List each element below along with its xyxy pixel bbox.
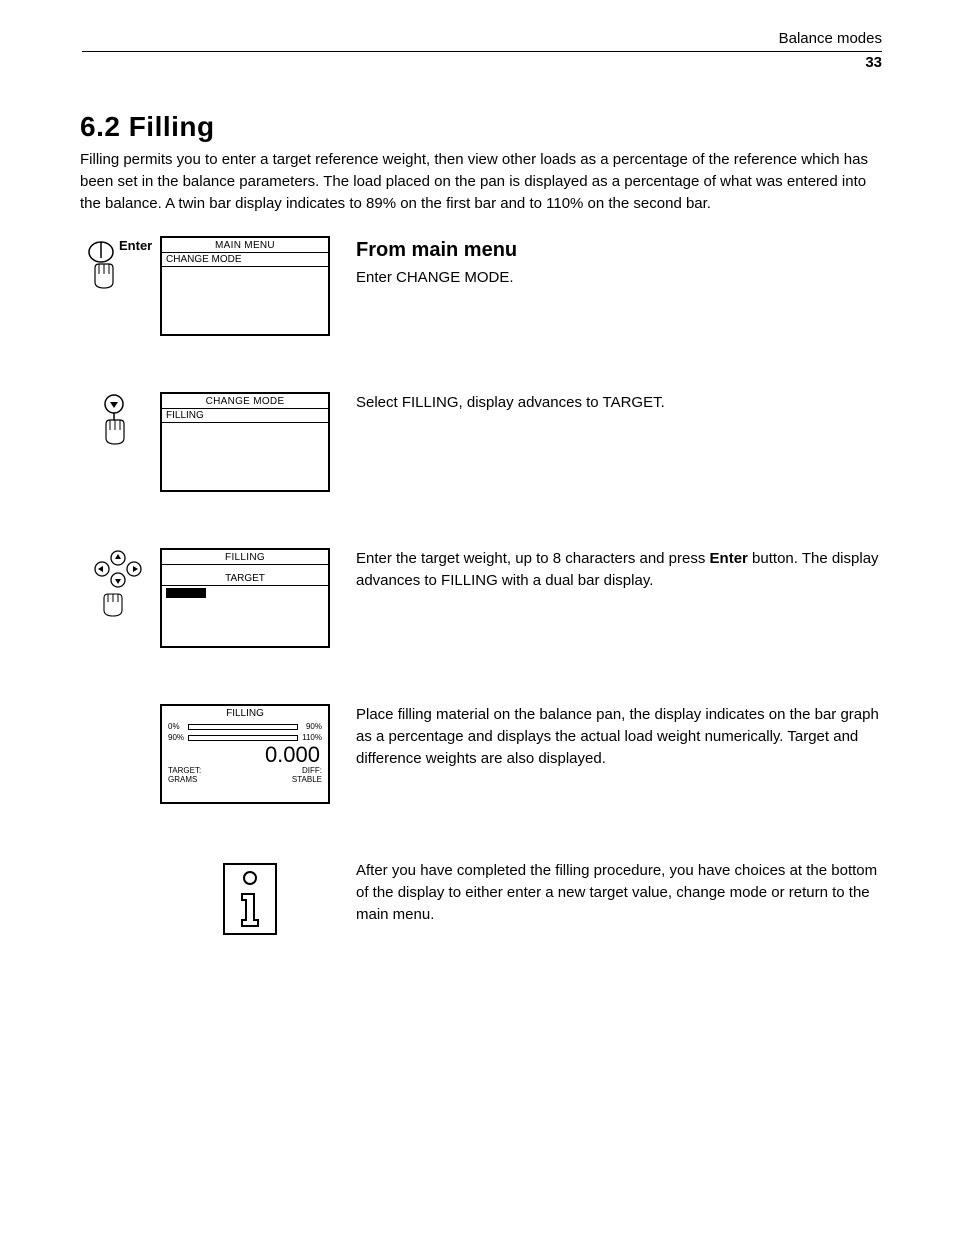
intro-paragraph: Filling permits you to enter a target re…: [80, 149, 882, 214]
lcd-screen-main-menu: MAIN MENU CHANGE MODE: [160, 236, 330, 336]
weight-reading: 0.000: [162, 744, 328, 766]
step-4: FILLING 0% 90% 90% 110% 0.000 TARGET: DI…: [80, 704, 882, 804]
header-section: Balance modes: [80, 30, 882, 47]
page-number: 33: [80, 54, 882, 71]
header-rule: [82, 51, 882, 52]
step-5: After you have completed the filling pro…: [80, 860, 882, 938]
step-text: Enter CHANGE MODE.: [356, 267, 882, 289]
bar2-right: 110%: [298, 733, 322, 742]
step-text: Select FILLING, display advances to TARG…: [356, 392, 882, 414]
bar2-track: [188, 735, 298, 741]
section-title: 6.2 Filling: [80, 111, 882, 143]
input-field-marker: [166, 588, 206, 598]
info-icon: [220, 860, 280, 938]
press-arrows-icon: [88, 550, 152, 622]
step-2: CHANGE MODE FILLING Select FILLING, disp…: [80, 392, 882, 492]
lcd-screen-change-mode: CHANGE MODE FILLING: [160, 392, 330, 492]
lcd-screen-filling-target: FILLING TARGET: [160, 548, 330, 648]
bar1-left: 0%: [168, 722, 188, 731]
enter-label: Enter: [119, 238, 152, 253]
target-label: TARGET:: [168, 766, 201, 775]
screen-sub: TARGET: [162, 571, 328, 586]
step-text-pre: Enter the target weight, up to 8 charact…: [356, 550, 710, 567]
screen-title: MAIN MENU: [162, 238, 328, 253]
screen-title: FILLING: [162, 706, 328, 720]
step-text: Place filling material on the balance pa…: [356, 704, 882, 769]
screen-title: CHANGE MODE: [162, 394, 328, 409]
step-text-bold: Enter: [710, 550, 748, 567]
step-1: Enter MAIN MENU CHANGE MODE From main me…: [80, 236, 882, 336]
lcd-screen-filling-result: FILLING 0% 90% 90% 110% 0.000 TARGET: DI…: [160, 704, 330, 804]
bar1-track: [188, 724, 298, 730]
bar2-left: 90%: [168, 733, 188, 742]
bar1-right: 90%: [298, 722, 322, 731]
step-text: After you have completed the filling pro…: [356, 860, 882, 925]
screen-row: CHANGE MODE: [162, 253, 328, 267]
step-3: FILLING TARGET Enter the target weight, …: [80, 548, 882, 648]
screen-row: FILLING: [162, 409, 328, 423]
press-down-icon: [96, 394, 144, 458]
diff-label: DIFF:: [302, 766, 322, 775]
screen-title: FILLING: [162, 550, 328, 565]
unit-label: GRAMS: [168, 775, 197, 784]
step-heading: From main menu: [356, 236, 882, 265]
status-label: STABLE: [292, 775, 322, 784]
